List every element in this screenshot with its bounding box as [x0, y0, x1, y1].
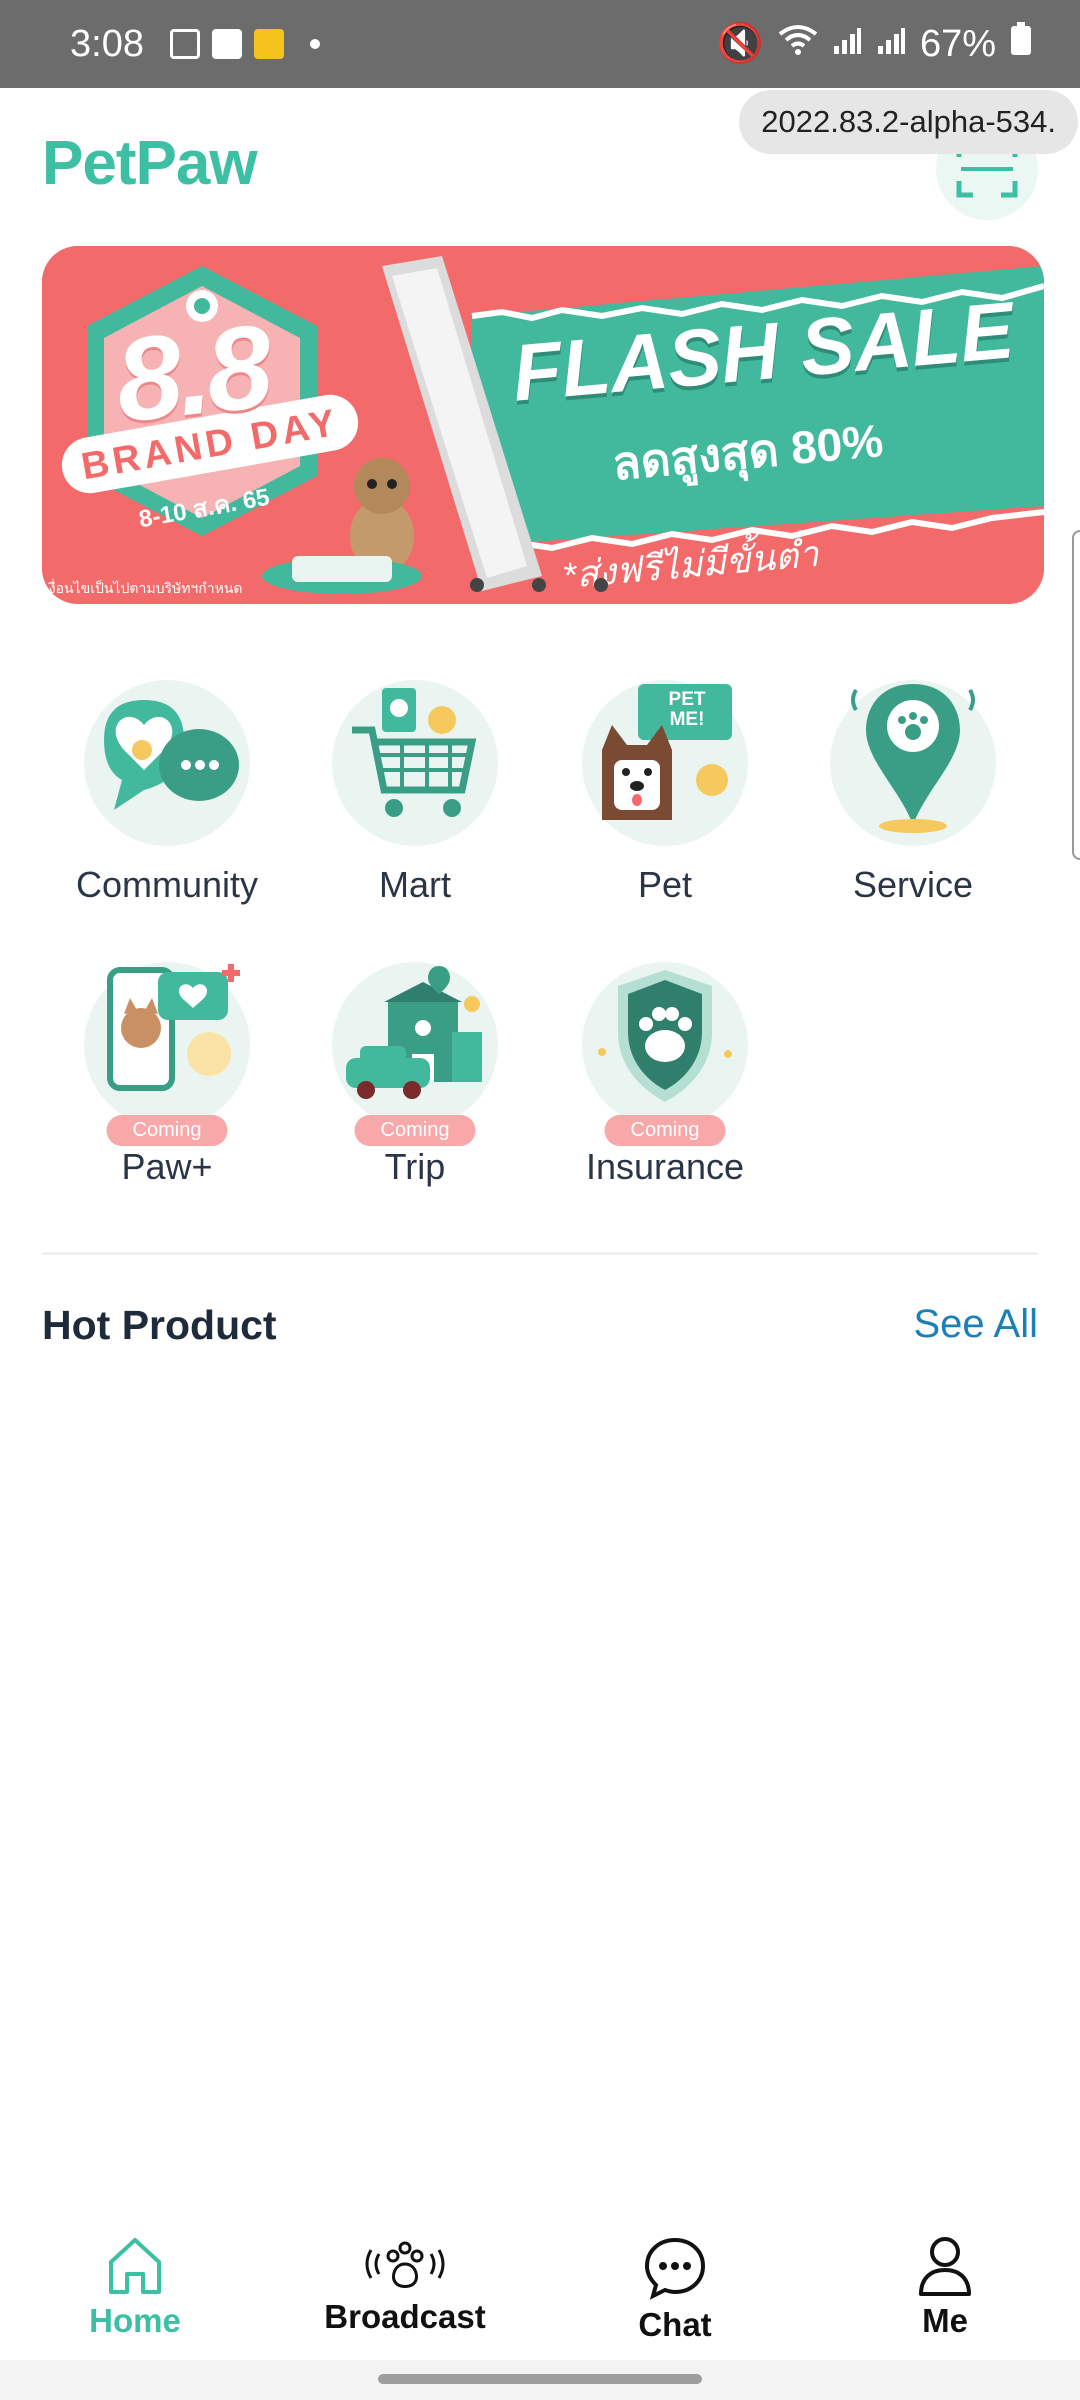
nav-me-label: Me [922, 2302, 968, 2339]
nav-chat-label: Chat [638, 2306, 712, 2343]
chat-bubble-icon [644, 2237, 706, 2300]
wifi-icon [778, 23, 818, 66]
app-header: PetPaw 2022.83.2-alpha-534. [0, 88, 1080, 238]
coming-soon-badge: Coming [354, 1115, 476, 1146]
category-pet[interactable]: PET ME! Pet [550, 680, 780, 906]
banner-fine-print: เงื่อนไขเป็นไปตามบริษัทฯกำหนด [44, 580, 243, 596]
nav-me[interactable]: Me [810, 2200, 1080, 2360]
category-label: Mart [379, 864, 451, 905]
page-dot[interactable] [532, 578, 546, 592]
banner-pagination [470, 578, 608, 592]
phone-cat-icon [107, 964, 240, 1091]
nav-broadcast[interactable]: Broadcast [270, 2200, 540, 2360]
hot-product-title: Hot Product [42, 1302, 277, 1348]
home-gesture-handle[interactable] [378, 2374, 702, 2384]
location-pin-icon [851, 684, 975, 833]
signal-icon-2 [876, 23, 906, 66]
user-icon [919, 2237, 971, 2296]
category-paw-plus[interactable]: Coming Paw+ [52, 962, 282, 1188]
app-logo: PetPaw [42, 129, 258, 198]
pet-me-sign: PET ME! [668, 689, 706, 730]
page-dot[interactable] [470, 578, 484, 592]
category-service[interactable]: Service [798, 680, 1028, 906]
nav-chat[interactable]: Chat [540, 2200, 810, 2360]
mute-icon: 🔇 [716, 23, 764, 65]
shopping-cart-icon [352, 688, 477, 817]
system-gesture-bar [0, 2360, 1080, 2400]
nav-broadcast-label: Broadcast [324, 2298, 486, 2335]
shop-icon [211, 29, 242, 59]
notification-icon [169, 29, 200, 59]
more-notifications-dot [309, 39, 320, 49]
category-mart[interactable]: Mart [300, 680, 530, 906]
version-tooltip: 2022.83.2-alpha-534. [739, 90, 1078, 154]
category-label: Service [852, 864, 974, 905]
section-divider [42, 1252, 1038, 1255]
category-label: Pet [637, 864, 693, 905]
page-dot[interactable] [594, 578, 608, 592]
category-insurance[interactable]: Coming Insurance [550, 962, 780, 1188]
broadcast-paw-icon [365, 2241, 445, 2288]
signal-icon [832, 23, 862, 66]
status-bar: 3:08 🔇 67% [0, 0, 1080, 88]
coming-soon-badge: Coming [106, 1115, 228, 1146]
category-label: Community [75, 864, 259, 905]
nav-home-label: Home [89, 2302, 181, 2339]
battery-percent: 67% [919, 22, 996, 65]
coming-soon-badge: Coming [604, 1115, 726, 1146]
battery-icon [1010, 22, 1032, 66]
category-label: Trip [384, 1146, 446, 1187]
car-hotel-icon [346, 966, 482, 1099]
edge-panel-handle[interactable] [1072, 530, 1080, 860]
home-icon [109, 2238, 161, 2294]
category-community[interactable]: Community [52, 680, 282, 906]
bottom-navigation: Home Broadcast Chat Me [0, 2200, 1080, 2360]
app-notification-icon [253, 29, 284, 59]
status-time: 3:08 [70, 22, 144, 65]
shield-paw-icon [598, 970, 732, 1102]
category-trip[interactable]: Coming Trip [300, 962, 530, 1188]
category-label: Paw+ [121, 1146, 213, 1187]
promo-banner[interactable]: 8.8 BRAND DAY 8-10 ส.ค. 65 FLASH SALE ลด… [42, 246, 1044, 604]
see-all-link[interactable]: See All [913, 1302, 1038, 1347]
category-label: Insurance [585, 1146, 745, 1187]
chat-heart-icon [104, 700, 239, 810]
nav-home[interactable]: Home [0, 2200, 270, 2360]
